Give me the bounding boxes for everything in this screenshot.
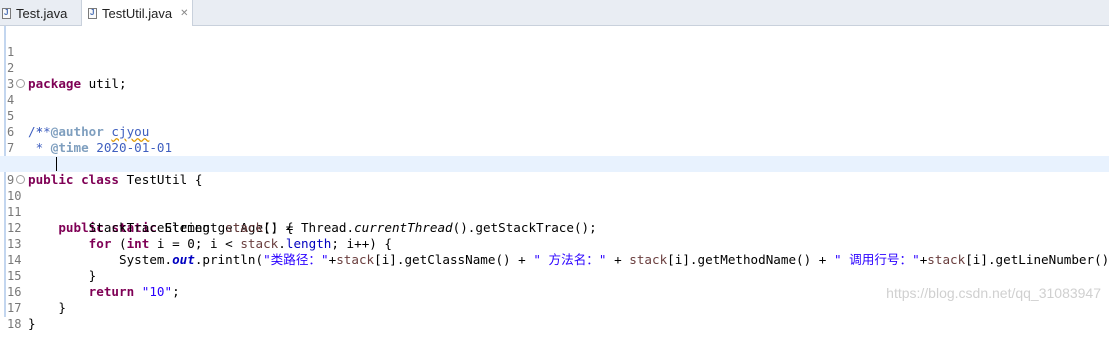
code-line: 4 /**: [0, 76, 1109, 139]
current-code-line: 9: [0, 156, 1109, 187]
code-editor[interactable]: 1 2 package util; 3 4 /** 5 * @author cj…: [0, 26, 1109, 331]
code-line: 16 }: [0, 268, 1109, 315]
code-line: 5 * @author cjyou: [0, 92, 1109, 139]
java-file-icon: [2, 7, 11, 19]
fold-toggle-icon[interactable]: [16, 175, 25, 184]
code-line: 11 StackTraceElement stack[] = Thread.cu…: [0, 188, 1109, 235]
tab-test-java[interactable]: Test.java: [0, 0, 78, 26]
fold-toggle-icon[interactable]: [16, 79, 25, 88]
watermark: https://blog.csdn.net/qq_31083947: [886, 285, 1101, 301]
code-line: 2 package util;: [0, 44, 1109, 91]
code-line: 12 for (int i = 0; i < stack.length; i++…: [0, 204, 1109, 251]
editor-tab-bar: Test.java TestUtil.java ✕: [0, 0, 1109, 26]
code-line: 7 */: [0, 124, 1109, 171]
tab-label: Test.java: [16, 5, 68, 21]
java-file-icon: [88, 7, 97, 19]
code-line: 6 * @time 2020-01-01: [0, 108, 1109, 155]
code-line: 10 public static String getAge() {: [0, 172, 1109, 235]
code-line: 13 System.out.println("类路径："+stack[i].ge…: [0, 220, 1109, 267]
tab-label: TestUtil.java: [102, 5, 173, 21]
text-caret: [56, 157, 57, 171]
code-line: 15 return "10";: [0, 252, 1109, 299]
code-line: 3: [0, 60, 1109, 91]
code-line: 1: [0, 28, 1109, 59]
code-line: 14 }: [0, 236, 1109, 283]
tab-testutil-java[interactable]: TestUtil.java ✕: [81, 0, 193, 26]
code-line: 8 public class TestUtil {: [0, 140, 1109, 187]
line-number: 18: [7, 317, 22, 331]
close-tab-icon[interactable]: ✕: [180, 8, 188, 19]
code-line: 18: [0, 300, 1109, 331]
